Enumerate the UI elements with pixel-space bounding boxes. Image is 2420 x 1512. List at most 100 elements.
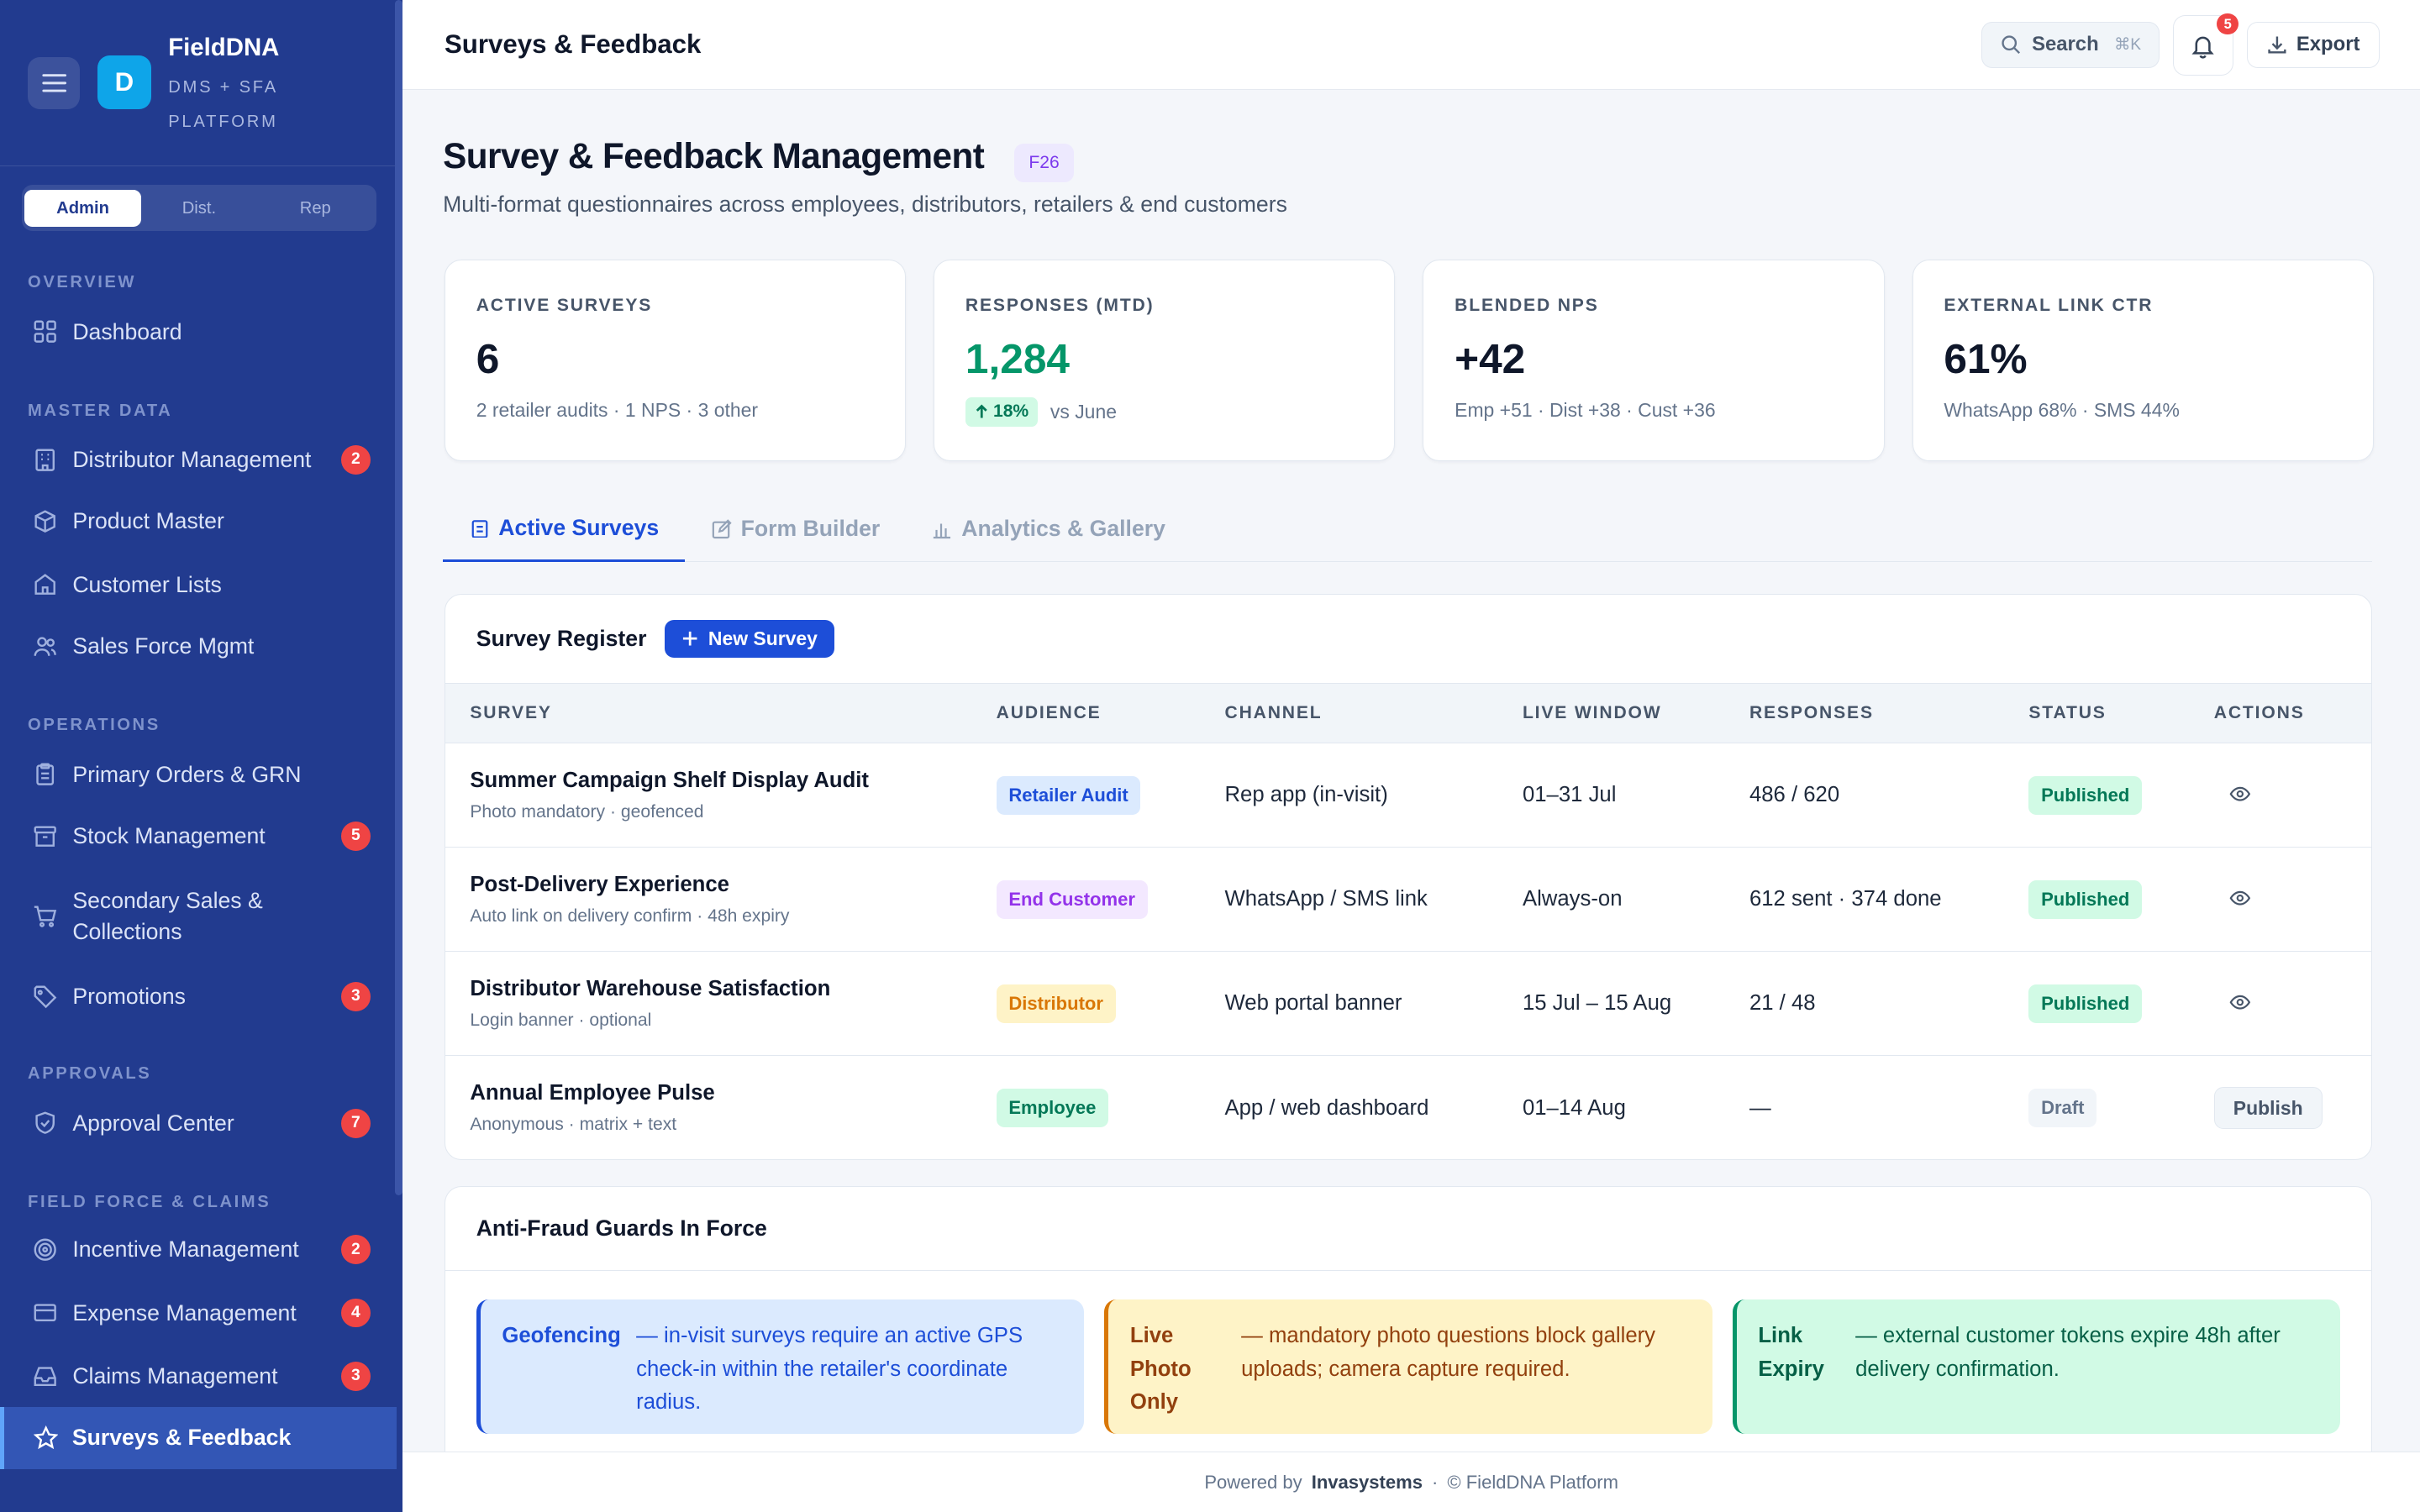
count-badge: 5 bbox=[340, 822, 371, 851]
credit-card-icon bbox=[31, 1299, 59, 1326]
survey-title[interactable]: Summer Campaign Shelf Display Audit bbox=[470, 769, 996, 793]
guard-list: Geofencing — in-visit surveys require an… bbox=[445, 1271, 2371, 1435]
sidebar-item-claims-management[interactable]: Claims Management 3 bbox=[0, 1346, 397, 1407]
sidebar-item-dashboard[interactable]: Dashboard bbox=[0, 301, 397, 362]
sidebar-item-promotions[interactable]: Promotions 3 bbox=[0, 966, 397, 1027]
kpi-value: +42 bbox=[1455, 334, 1526, 382]
sidebar-item-label: Approval Center bbox=[72, 1110, 234, 1136]
table-row[interactable]: Summer Campaign Shelf Display Audit Photo… bbox=[445, 743, 2371, 848]
tab-form-builder[interactable]: Form Builder bbox=[712, 496, 881, 561]
sidebar-item-surveys-feedback[interactable]: Surveys & Feedback bbox=[0, 1407, 397, 1469]
brand-subtitle: DMS + SFA PLATFORM bbox=[168, 78, 278, 131]
view-button[interactable] bbox=[2229, 890, 2251, 906]
tag-icon bbox=[31, 983, 59, 1011]
table-row[interactable]: Distributor Warehouse Satisfaction Login … bbox=[445, 951, 2371, 1057]
bar-chart-icon bbox=[934, 523, 951, 539]
guard-title: Link Expiry bbox=[1758, 1324, 1824, 1381]
edit-icon bbox=[712, 519, 732, 539]
channel-cell: App / web dashboard bbox=[1224, 1095, 1429, 1120]
search-button[interactable]: Search ⌘K bbox=[1981, 21, 2160, 68]
audience-badge: Employee bbox=[996, 1089, 1109, 1128]
role-distributor[interactable]: Dist. bbox=[141, 190, 257, 227]
footer-company: Invasystems bbox=[1311, 1471, 1423, 1493]
tab-bar: Active Surveys Form Builder Analytics & … bbox=[443, 496, 2372, 562]
table-row[interactable]: Post-Delivery Experience Auto link on del… bbox=[445, 847, 2371, 953]
page-breadcrumb-title: Surveys & Feedback bbox=[444, 29, 702, 59]
sidebar-item-product-master[interactable]: Product Master bbox=[0, 491, 397, 552]
section-overview: OVERVIEW bbox=[28, 273, 137, 292]
survey-subtitle: Anonymous · matrix + text bbox=[470, 1115, 677, 1135]
view-button[interactable] bbox=[2229, 995, 2251, 1010]
brand-name: FieldDNA bbox=[168, 34, 280, 62]
menu-toggle-button[interactable] bbox=[28, 56, 81, 110]
table-row[interactable]: Annual Employee Pulse Anonymous · matrix … bbox=[445, 1056, 2371, 1159]
sidebar-item-incentive-management[interactable]: Incentive Management 2 bbox=[0, 1219, 397, 1280]
col-actions: ACTIONS bbox=[2213, 682, 2371, 744]
channel-cell: Rep app (in-visit) bbox=[1224, 743, 1523, 848]
guard-text: — mandatory photo questions block galler… bbox=[1241, 1324, 1656, 1381]
sidebar-item-label: Stock Management bbox=[72, 823, 266, 849]
page-subtitle: Multi-format questionnaires across emplo… bbox=[443, 191, 1287, 217]
tab-label: Analytics & Gallery bbox=[961, 516, 1165, 542]
sidebar-item-label: Claims Management bbox=[72, 1362, 278, 1389]
sidebar-item-secondary-sales[interactable]: Secondary Sales & Collections bbox=[0, 884, 397, 948]
star-icon bbox=[32, 1424, 60, 1452]
count-badge: 4 bbox=[340, 1298, 371, 1328]
sidebar-item-expense-management[interactable]: Expense Management 4 bbox=[0, 1282, 397, 1343]
responses-cell: 486 / 620 bbox=[1749, 743, 2029, 848]
count-badge: 2 bbox=[340, 444, 371, 475]
tab-analytics-gallery[interactable]: Analytics & Gallery bbox=[932, 496, 1165, 561]
view-button[interactable] bbox=[2229, 786, 2251, 801]
notifications-button[interactable]: 5 bbox=[2173, 13, 2239, 76]
card-header: Anti-Fraud Guards In Force bbox=[445, 1187, 2371, 1271]
col-channel[interactable]: CHANNEL bbox=[1224, 682, 1523, 744]
footer-powered: Powered by bbox=[1204, 1471, 1302, 1493]
arrow-up-icon bbox=[976, 404, 987, 418]
card-title: Survey Register bbox=[476, 625, 647, 651]
role-admin[interactable]: Admin bbox=[24, 189, 141, 227]
survey-title[interactable]: Distributor Warehouse Satisfaction bbox=[470, 977, 996, 1001]
guard-live-photo: Live Photo Only — mandatory photo questi… bbox=[1104, 1299, 1712, 1435]
survey-register-card: Survey Register New Survey SURVEY AUDIEN… bbox=[444, 594, 2372, 1161]
sidebar-item-sales-force[interactable]: Sales Force Mgmt bbox=[0, 616, 397, 677]
col-responses[interactable]: RESPONSES bbox=[1749, 682, 2029, 744]
survey-title[interactable]: Post-Delivery Experience bbox=[470, 873, 996, 897]
kpi-label: ACTIVE SURVEYS bbox=[476, 295, 653, 315]
survey-subtitle: Auto link on delivery confirm · 48h expi… bbox=[470, 906, 790, 926]
sidebar-item-approval-center[interactable]: Approval Center 7 bbox=[0, 1092, 397, 1153]
archive-icon bbox=[31, 822, 59, 850]
survey-title[interactable]: Annual Employee Pulse bbox=[470, 1081, 996, 1105]
top-bar: Surveys & Feedback Search ⌘K 5 Export bbox=[402, 0, 2420, 90]
feature-tag: F26 bbox=[1013, 143, 1075, 182]
search-icon bbox=[2002, 35, 2021, 55]
sidebar-item-label: Surveys & Feedback bbox=[71, 1425, 292, 1451]
notification-badge: 5 bbox=[2217, 13, 2239, 35]
sidebar-item-stock-management[interactable]: Stock Management 5 bbox=[0, 806, 397, 867]
count-badge: 2 bbox=[340, 1235, 371, 1265]
eye-icon bbox=[2229, 995, 2251, 1010]
sidebar-item-distributor-management[interactable]: Distributor Management 2 bbox=[0, 429, 397, 491]
guard-geofencing: Geofencing — in-visit surveys require an… bbox=[476, 1299, 1085, 1435]
tab-label: Active Surveys bbox=[498, 514, 660, 540]
col-live-window[interactable]: LIVE WINDOW bbox=[1522, 682, 1749, 744]
tab-active-surveys[interactable]: Active Surveys bbox=[443, 496, 686, 562]
window-cell: 01–14 Aug bbox=[1522, 1095, 1626, 1120]
tab-label: Form Builder bbox=[740, 516, 881, 542]
sidebar-item-primary-orders[interactable]: Primary Orders & GRN bbox=[0, 743, 397, 805]
role-rep[interactable]: Rep bbox=[257, 190, 373, 227]
export-button[interactable]: Export bbox=[2247, 21, 2381, 68]
kpi-active-surveys: ACTIVE SURVEYS 6 2 retailer audits · 1 N… bbox=[444, 259, 907, 462]
section-master-data: MASTER DATA bbox=[28, 401, 173, 420]
sidebar-scrollbar[interactable] bbox=[395, 0, 403, 1196]
kpi-label: BLENDED NPS bbox=[1455, 295, 1599, 315]
sidebar-item-customer-lists[interactable]: Customer Lists bbox=[0, 554, 397, 615]
sidebar-item-label: Distributor Management bbox=[72, 446, 312, 472]
kpi-value: 61% bbox=[1944, 334, 2028, 382]
guard-text: — in-visit surveys require an active GPS… bbox=[636, 1324, 1023, 1415]
col-survey[interactable]: SURVEY bbox=[445, 682, 997, 744]
col-status[interactable]: STATUS bbox=[2028, 682, 2214, 744]
new-survey-button[interactable]: New Survey bbox=[665, 619, 835, 659]
footer-copyright: © FieldDNA Platform bbox=[1447, 1471, 1618, 1493]
col-audience[interactable]: AUDIENCE bbox=[996, 682, 1225, 744]
publish-button[interactable]: Publish bbox=[2213, 1087, 2323, 1129]
